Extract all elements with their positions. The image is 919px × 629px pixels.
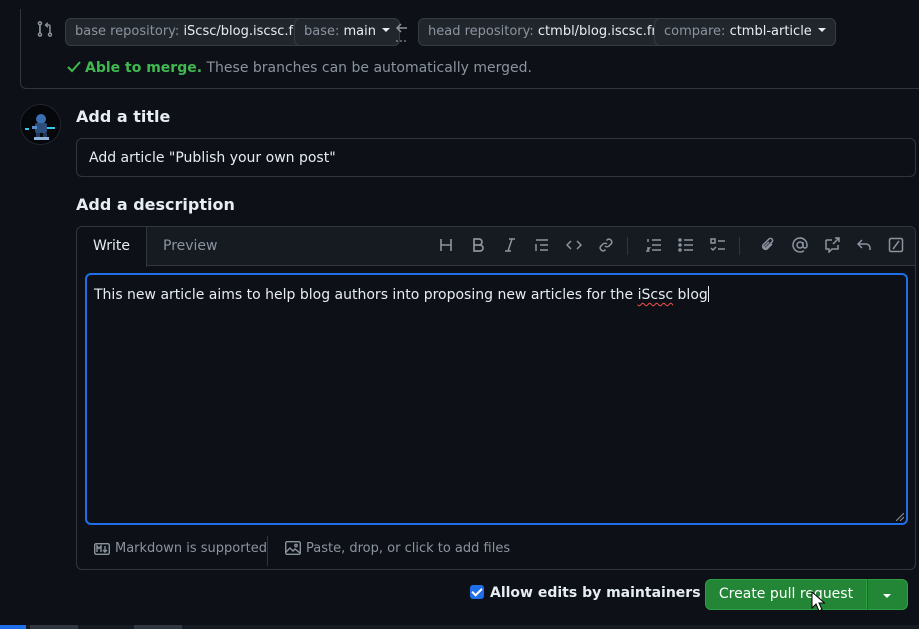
allow-edits-option[interactable]: Allow edits by maintainers ? bbox=[470, 585, 725, 605]
create-pull-request-button[interactable]: Create pull request bbox=[705, 579, 867, 610]
reference-icon[interactable] bbox=[823, 237, 841, 255]
git-compare-icon bbox=[37, 21, 53, 37]
editor-toolbar: Write Preview bbox=[77, 227, 915, 267]
mouse-pointer-icon bbox=[811, 591, 825, 612]
avatar[interactable] bbox=[20, 104, 61, 145]
base-repository-select[interactable]: base repository: iScsc/blog.iscsc.fr bbox=[65, 18, 323, 46]
chevron-down-icon bbox=[883, 594, 891, 598]
chevron-down-icon bbox=[382, 27, 390, 32]
description-textarea[interactable]: This new article aims to help blog autho… bbox=[85, 273, 908, 525]
link-icon[interactable] bbox=[597, 237, 615, 255]
description-text: This new article aims to help blog autho… bbox=[94, 287, 638, 303]
merge-status-strong: Able to merge. bbox=[85, 60, 203, 76]
title-label: Add a title bbox=[76, 107, 171, 126]
allow-edits-label: Allow edits by maintainers bbox=[490, 585, 701, 601]
attach-files-note: Paste, drop, or click to add files bbox=[306, 541, 511, 556]
attach-files-button[interactable]: Paste, drop, or click to add files bbox=[284, 540, 511, 556]
heading-icon[interactable] bbox=[437, 237, 455, 255]
editor-footer: Markdown is supported Paste, drop, or cl… bbox=[77, 532, 915, 570]
description-text-end: blog bbox=[673, 287, 708, 303]
resize-handle-icon[interactable] bbox=[896, 513, 904, 521]
reply-icon[interactable] bbox=[855, 237, 873, 255]
markdown-supported-link[interactable]: Markdown is supported bbox=[93, 541, 267, 556]
head-repository-value: ctmbl/blog.iscsc.fr bbox=[537, 24, 657, 39]
bottom-bar-segment bbox=[30, 625, 78, 629]
footer-divider bbox=[267, 536, 268, 566]
head-repository-label: head repository: bbox=[428, 24, 534, 39]
base-repository-value: iScsc/blog.iscsc.fr bbox=[183, 24, 299, 39]
tab-preview[interactable]: Preview bbox=[147, 227, 234, 266]
unordered-list-icon[interactable] bbox=[677, 237, 695, 255]
base-branch-select[interactable]: base: main bbox=[294, 18, 400, 46]
bottom-bar-segment bbox=[134, 625, 182, 629]
compare-branch-label: compare: bbox=[664, 24, 726, 39]
misspelled-word: iScsc bbox=[637, 287, 674, 303]
bottom-bar-active-segment bbox=[0, 625, 26, 629]
image-icon bbox=[284, 540, 302, 556]
code-icon[interactable] bbox=[565, 237, 583, 255]
bottom-bar bbox=[0, 625, 919, 629]
base-repository-label: base repository: bbox=[75, 24, 180, 39]
chevron-down-icon bbox=[817, 27, 826, 32]
mention-icon[interactable] bbox=[791, 237, 809, 255]
toolbar-divider bbox=[739, 237, 740, 255]
base-branch-value: main bbox=[343, 24, 376, 39]
text-cursor bbox=[707, 286, 709, 302]
description-editor: Write Preview This new article aims to h… bbox=[76, 226, 916, 570]
arrow-left-icon bbox=[395, 23, 407, 42]
compare-branch-value: ctmbl-article bbox=[729, 24, 812, 39]
title-input[interactable] bbox=[76, 138, 916, 177]
avatar-image bbox=[21, 105, 60, 144]
slash-command-icon[interactable] bbox=[887, 237, 905, 255]
create-options-dropdown[interactable] bbox=[867, 579, 908, 610]
toolbar-divider bbox=[627, 237, 628, 255]
check-icon bbox=[67, 61, 81, 73]
head-repository-select[interactable]: head repository: ctmbl/blog.iscsc.fr bbox=[418, 18, 681, 46]
allow-edits-checkbox[interactable] bbox=[470, 585, 484, 599]
quote-icon[interactable] bbox=[533, 237, 551, 255]
compare-branch-select[interactable]: compare: ctmbl-article bbox=[654, 18, 836, 46]
merge-status-text: These branches can be automatically merg… bbox=[206, 60, 532, 76]
markdown-note: Markdown is supported bbox=[115, 541, 267, 556]
ordered-list-icon[interactable] bbox=[645, 237, 663, 255]
base-branch-label: base: bbox=[304, 24, 340, 39]
merge-status: Able to merge. These branches can be aut… bbox=[66, 60, 532, 76]
markdown-icon bbox=[93, 542, 111, 556]
italic-icon[interactable] bbox=[501, 237, 519, 255]
task-list-icon[interactable] bbox=[709, 237, 727, 255]
bold-icon[interactable] bbox=[469, 237, 487, 255]
attach-icon[interactable] bbox=[759, 237, 777, 255]
description-label: Add a description bbox=[76, 195, 235, 214]
tab-write[interactable]: Write bbox=[77, 227, 147, 267]
